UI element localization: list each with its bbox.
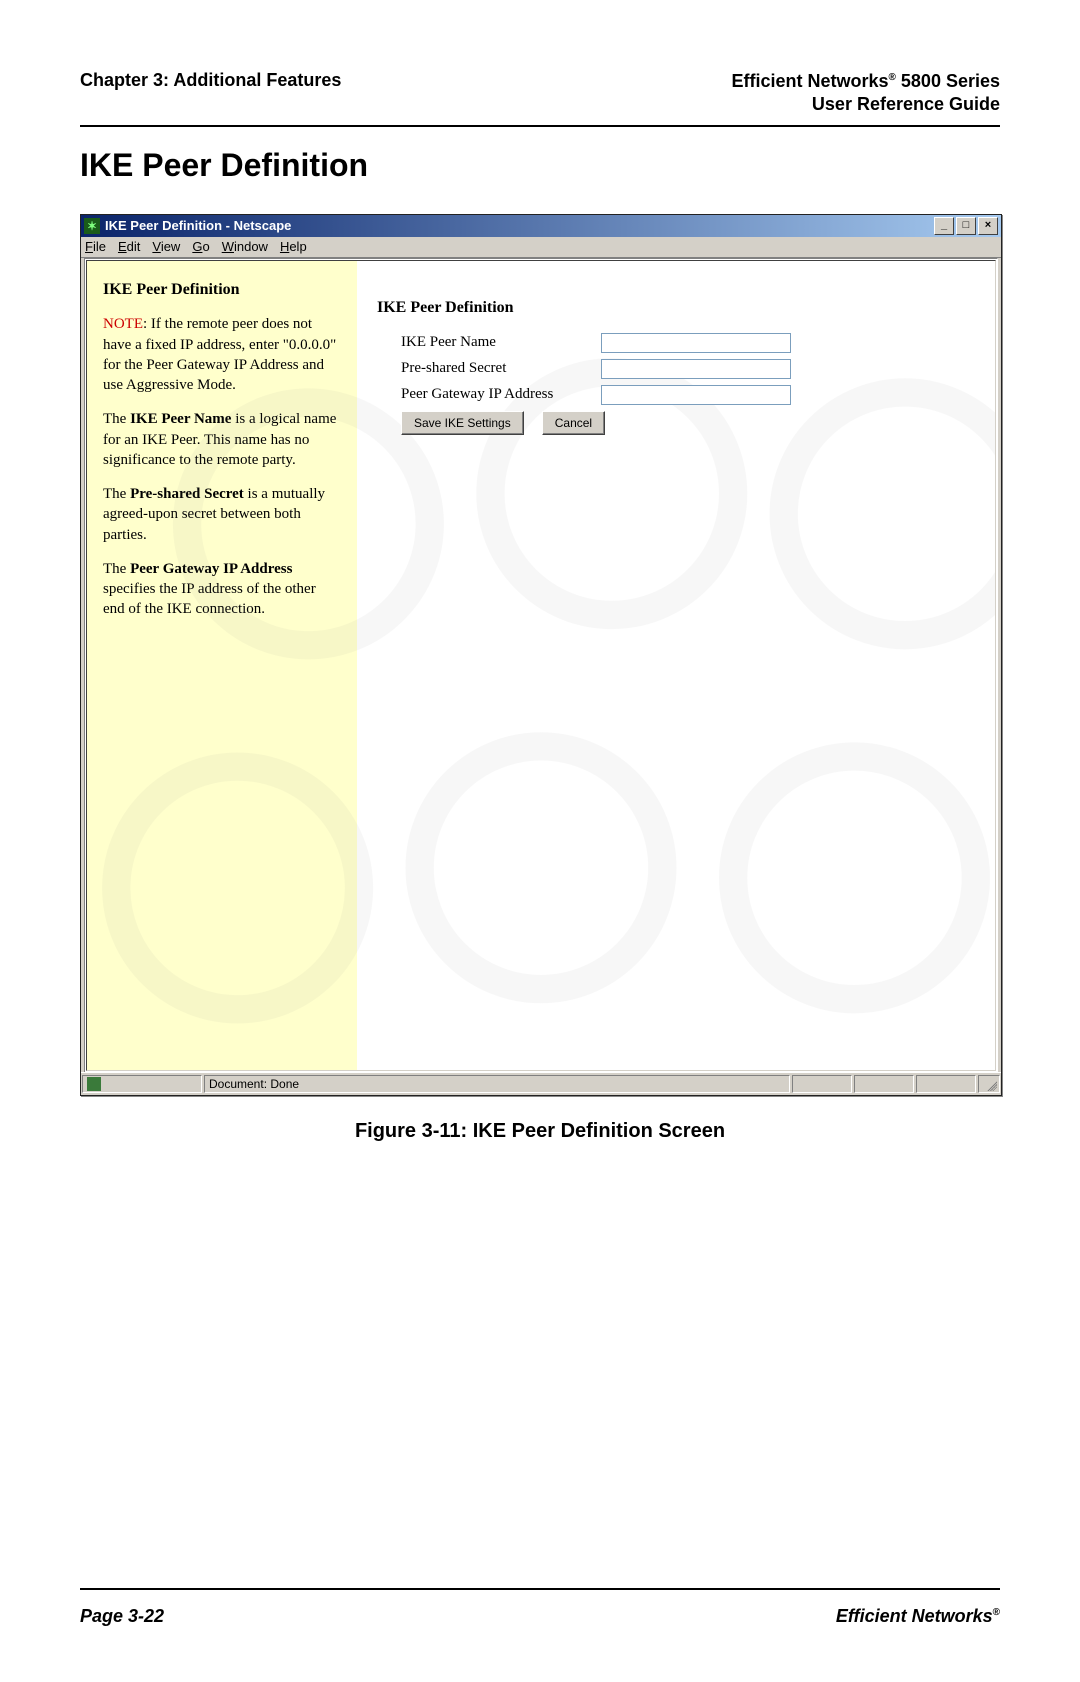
resize-grip[interactable] bbox=[978, 1075, 1000, 1093]
menu-view[interactable]: View bbox=[152, 239, 180, 254]
form-pane: IKE Peer Definition IKE Peer Name Pre-sh… bbox=[357, 261, 995, 1070]
titlebar: ✶ IKE Peer Definition - Netscape _ □ × bbox=[81, 215, 1001, 237]
label-pre-shared-secret: Pre-shared Secret bbox=[401, 360, 601, 377]
sidebar-para-gateway: The Peer Gateway IP Address specifies th… bbox=[103, 559, 341, 620]
footer-page-number: Page 3-22 bbox=[80, 1606, 164, 1627]
content-area: IKE Peer Definition NOTE: If the remote … bbox=[84, 258, 998, 1073]
status-cell-icon bbox=[82, 1075, 202, 1093]
save-ike-settings-button[interactable]: Save IKE Settings bbox=[401, 411, 524, 435]
menu-window[interactable]: Window bbox=[222, 239, 268, 254]
sidebar-heading: IKE Peer Definition bbox=[103, 279, 341, 301]
input-peer-name[interactable] bbox=[601, 333, 791, 353]
maximize-button[interactable]: □ bbox=[956, 217, 976, 235]
menu-go[interactable]: Go bbox=[192, 239, 209, 254]
close-button[interactable]: × bbox=[978, 217, 998, 235]
header-rule bbox=[80, 125, 1000, 127]
window-title: IKE Peer Definition - Netscape bbox=[105, 218, 934, 233]
menu-help[interactable]: Help bbox=[280, 239, 307, 254]
sidebar-para-peer-name: The IKE Peer Name is a logical name for … bbox=[103, 409, 341, 470]
menubar: File Edit View Go Window Help bbox=[81, 237, 1001, 258]
footer-rule bbox=[80, 1588, 1000, 1590]
footer-brand: Efficient Networks® bbox=[836, 1606, 1000, 1627]
header-product: Efficient Networks® 5800 Series User Ref… bbox=[731, 70, 1000, 117]
status-cell-document: Document: Done bbox=[204, 1075, 790, 1093]
status-connection-icon bbox=[87, 1077, 101, 1091]
page-header: Chapter 3: Additional Features Efficient… bbox=[80, 70, 1000, 117]
status-cell-blank-2 bbox=[854, 1075, 914, 1093]
input-pre-shared-secret[interactable] bbox=[601, 359, 791, 379]
status-cell-blank-3 bbox=[916, 1075, 976, 1093]
page-footer: Page 3-22 Efficient Networks® bbox=[80, 1606, 1000, 1627]
help-sidebar: IKE Peer Definition NOTE: If the remote … bbox=[87, 261, 357, 1070]
input-peer-gateway-ip[interactable] bbox=[601, 385, 791, 405]
minimize-button[interactable]: _ bbox=[934, 217, 954, 235]
section-title: IKE Peer Definition bbox=[80, 147, 1000, 184]
status-cell-blank-1 bbox=[792, 1075, 852, 1093]
menu-file[interactable]: File bbox=[85, 239, 106, 254]
netscape-icon: ✶ bbox=[84, 218, 100, 234]
cancel-button[interactable]: Cancel bbox=[542, 411, 605, 435]
figure-caption: Figure 3-11: IKE Peer Definition Screen bbox=[80, 1120, 1000, 1143]
statusbar: Document: Done bbox=[81, 1072, 1001, 1095]
sidebar-note: NOTE: If the remote peer does not have a… bbox=[103, 314, 341, 395]
header-chapter: Chapter 3: Additional Features bbox=[80, 70, 341, 91]
netscape-window: ✶ IKE Peer Definition - Netscape _ □ × F… bbox=[80, 214, 1002, 1096]
form-heading: IKE Peer Definition bbox=[377, 299, 975, 317]
label-peer-gateway-ip: Peer Gateway IP Address bbox=[401, 386, 601, 403]
sidebar-para-secret: The Pre-shared Secret is a mutually agre… bbox=[103, 484, 341, 545]
status-document-text: Document: Done bbox=[209, 1077, 299, 1091]
menu-edit[interactable]: Edit bbox=[118, 239, 140, 254]
label-peer-name: IKE Peer Name bbox=[401, 334, 601, 351]
